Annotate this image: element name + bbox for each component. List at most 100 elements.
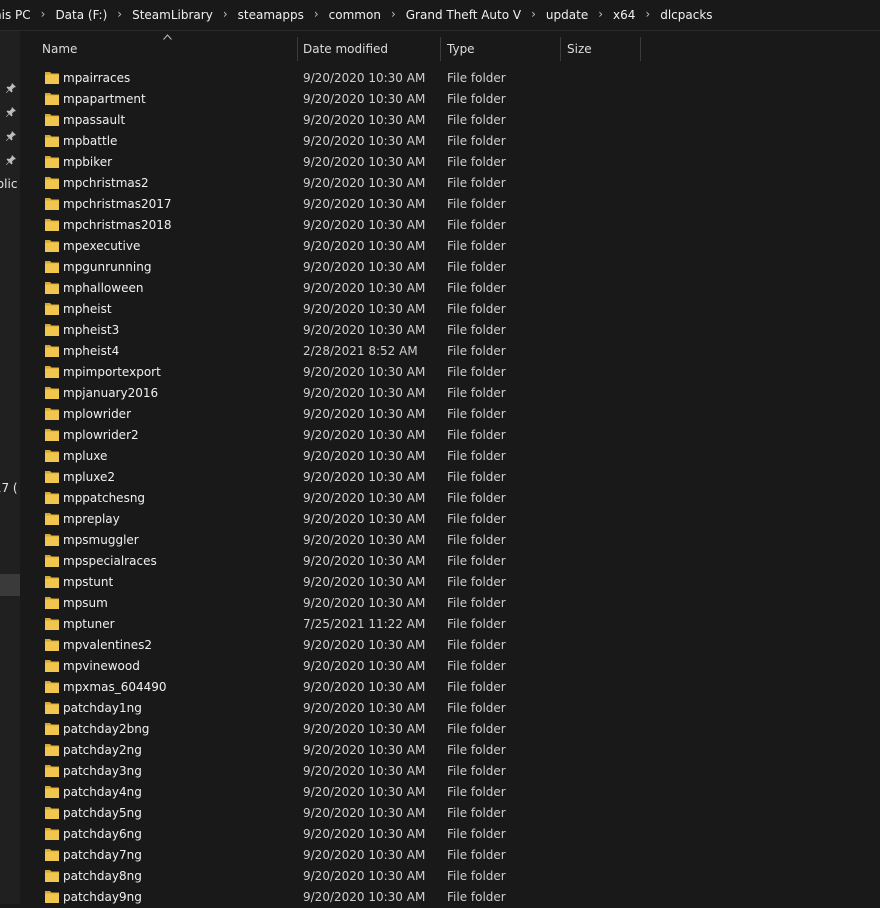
file-row[interactable]: mpchristmas2 9/20/2020 10:30 AM File folde… [20, 173, 880, 194]
folder-icon [45, 408, 59, 420]
file-type: File folder [447, 491, 506, 505]
file-row[interactable]: mpsum 9/20/2020 10:30 AM File folder [20, 593, 880, 614]
file-row[interactable]: patchday3ng 9/20/2020 10:30 AM File folder [20, 761, 880, 782]
file-row[interactable]: mpimportexport 9/20/2020 10:30 AM File fol… [20, 362, 880, 383]
file-row[interactable]: mpsmuggler 9/20/2020 10:30 AM File folder [20, 530, 880, 551]
file-type: File folder [447, 827, 506, 841]
file-row[interactable]: patchday2bng 9/20/2020 10:30 AM File folde… [20, 719, 880, 740]
breadcrumb-this-pc[interactable]: his PC [0, 8, 31, 22]
file-date-modified: 9/20/2020 10:30 AM [303, 260, 426, 274]
file-name: patchday1ng [63, 701, 142, 715]
chevron-right-icon[interactable]: › [314, 7, 319, 21]
breadcrumb-drive[interactable]: Data (F:) [55, 8, 107, 22]
column-header-date-modified[interactable]: Date modified [303, 31, 439, 67]
file-row[interactable]: patchday7ng 9/20/2020 10:30 AM File folder [20, 845, 880, 866]
breadcrumb-common[interactable]: common [329, 8, 381, 22]
file-row[interactable]: mpheist3 9/20/2020 10:30 AM File folder [20, 320, 880, 341]
file-row[interactable]: mpheist 9/20/2020 10:30 AM File folder [20, 299, 880, 320]
pin-icon[interactable] [6, 83, 16, 93]
breadcrumb-steamlibrary[interactable]: SteamLibrary [132, 8, 213, 22]
file-date-modified: 9/20/2020 10:30 AM [303, 785, 426, 799]
chevron-right-icon[interactable]: › [391, 7, 396, 21]
file-row[interactable]: mpassault 9/20/2020 10:30 AM File folder [20, 110, 880, 131]
column-header-size[interactable]: Size [567, 31, 639, 67]
column-resize-handle[interactable] [560, 37, 561, 61]
column-header-type[interactable]: Type [447, 31, 559, 67]
chevron-right-icon[interactable]: › [117, 7, 122, 21]
file-type: File folder [447, 176, 506, 190]
file-row[interactable]: mpstunt 9/20/2020 10:30 AM File folder [20, 572, 880, 593]
pin-icon[interactable] [6, 107, 16, 117]
chevron-right-icon[interactable]: › [598, 7, 603, 21]
file-row[interactable]: mpheist4 2/28/2021 8:52 AM File folder [20, 341, 880, 362]
file-row[interactable]: patchday1ng 9/20/2020 10:30 AM File folder [20, 698, 880, 719]
column-resize-handle[interactable] [440, 37, 441, 61]
file-row[interactable]: mpexecutive 9/20/2020 10:30 AM File folder [20, 236, 880, 257]
file-name: mptuner [63, 617, 115, 631]
file-row[interactable]: patchday4ng 9/20/2020 10:30 AM File folder [20, 782, 880, 803]
file-row[interactable]: mpluxe 9/20/2020 10:30 AM File folder [20, 446, 880, 467]
file-row[interactable]: mplowrider 9/20/2020 10:30 AM File folder [20, 404, 880, 425]
chevron-right-icon[interactable]: › [223, 7, 228, 21]
breadcrumb-gta-v[interactable]: Grand Theft Auto V [406, 8, 521, 22]
file-row[interactable]: mpchristmas2017 9/20/2020 10:30 AM File fo… [20, 194, 880, 215]
file-row[interactable]: mphalloween 9/20/2020 10:30 AM File folder [20, 278, 880, 299]
file-name: mphalloween [63, 281, 144, 295]
nav-item-drive[interactable]: .17 ( [0, 481, 18, 495]
file-type: File folder [447, 638, 506, 652]
column-header-name[interactable]: Name [42, 31, 296, 67]
file-row[interactable]: mpapartment 9/20/2020 10:30 AM File folder [20, 89, 880, 110]
file-date-modified: 9/20/2020 10:30 AM [303, 764, 426, 778]
breadcrumb-dlcpacks[interactable]: dlcpacks [660, 8, 712, 22]
file-row[interactable]: mpairraces 9/20/2020 10:30 AM File folder [20, 68, 880, 89]
file-date-modified: 9/20/2020 10:30 AM [303, 449, 426, 463]
pin-icon[interactable] [6, 155, 16, 165]
file-row[interactable]: mpreplay 9/20/2020 10:30 AM File folder [20, 509, 880, 530]
file-row[interactable]: mplowrider2 9/20/2020 10:30 AM File folder [20, 425, 880, 446]
folder-icon [45, 807, 59, 819]
file-row[interactable]: patchday9ng 9/20/2020 10:30 AM File folder [20, 887, 880, 908]
breadcrumb-update[interactable]: update [546, 8, 588, 22]
file-row[interactable]: mppatchesng 9/20/2020 10:30 AM File folder [20, 488, 880, 509]
file-row[interactable]: patchday6ng 9/20/2020 10:30 AM File folder [20, 824, 880, 845]
pin-icon[interactable] [6, 131, 16, 141]
chevron-right-icon[interactable]: › [531, 7, 536, 21]
file-row[interactable]: patchday2ng 9/20/2020 10:30 AM File folder [20, 740, 880, 761]
file-row[interactable]: mpvinewood 9/20/2020 10:30 AM File folder [20, 656, 880, 677]
file-name: mpsmuggler [63, 533, 139, 547]
nav-item-selected[interactable] [0, 574, 20, 596]
file-name: patchday2bng [63, 722, 150, 736]
folder-icon [45, 597, 59, 609]
file-row[interactable]: mptuner 7/25/2021 11:22 AM File folder [20, 614, 880, 635]
column-resize-handle[interactable] [297, 37, 298, 61]
file-row[interactable]: mpxmas_604490 9/20/2020 10:30 AM File fold… [20, 677, 880, 698]
file-row[interactable]: mpbattle 9/20/2020 10:30 AM File folder [20, 131, 880, 152]
file-type: File folder [447, 323, 506, 337]
file-type: File folder [447, 869, 506, 883]
file-row[interactable]: mpvalentines2 9/20/2020 10:30 AM File fold… [20, 635, 880, 656]
file-type: File folder [447, 218, 506, 232]
file-row[interactable]: mpbiker 9/20/2020 10:30 AM File folder [20, 152, 880, 173]
breadcrumb-steamapps[interactable]: steamapps [238, 8, 304, 22]
file-row[interactable]: patchday8ng 9/20/2020 10:30 AM File folder [20, 866, 880, 887]
file-row[interactable]: mpluxe2 9/20/2020 10:30 AM File folder [20, 467, 880, 488]
file-type: File folder [447, 302, 506, 316]
nav-item-quick-access[interactable]: Polic [0, 177, 17, 191]
file-row[interactable]: mpjanuary2016 9/20/2020 10:30 AM File fold… [20, 383, 880, 404]
file-row[interactable]: mpchristmas2018 9/20/2020 10:30 AM File fo… [20, 215, 880, 236]
file-row[interactable]: patchday5ng 9/20/2020 10:30 AM File folder [20, 803, 880, 824]
file-name: patchday4ng [63, 785, 142, 799]
file-name: mpreplay [63, 512, 120, 526]
navigation-pane[interactable]: Polic .17 ( :) [0, 31, 20, 904]
file-name: mpchristmas2017 [63, 197, 172, 211]
column-resize-handle[interactable] [640, 37, 641, 61]
file-row[interactable]: mpspecialraces 9/20/2020 10:30 AM File fol… [20, 551, 880, 572]
file-list: mpairraces 9/20/2020 10:30 AM File folder m… [20, 68, 880, 908]
folder-icon [45, 282, 59, 294]
chevron-right-icon[interactable]: › [41, 7, 46, 21]
chevron-right-icon[interactable]: › [645, 7, 650, 21]
address-bar[interactable]: his PC › Data (F:) › SteamLibrary › stea… [0, 0, 880, 31]
file-row[interactable]: mpgunrunning 9/20/2020 10:30 AM File folde… [20, 257, 880, 278]
file-type: File folder [447, 197, 506, 211]
breadcrumb-x64[interactable]: x64 [613, 8, 635, 22]
